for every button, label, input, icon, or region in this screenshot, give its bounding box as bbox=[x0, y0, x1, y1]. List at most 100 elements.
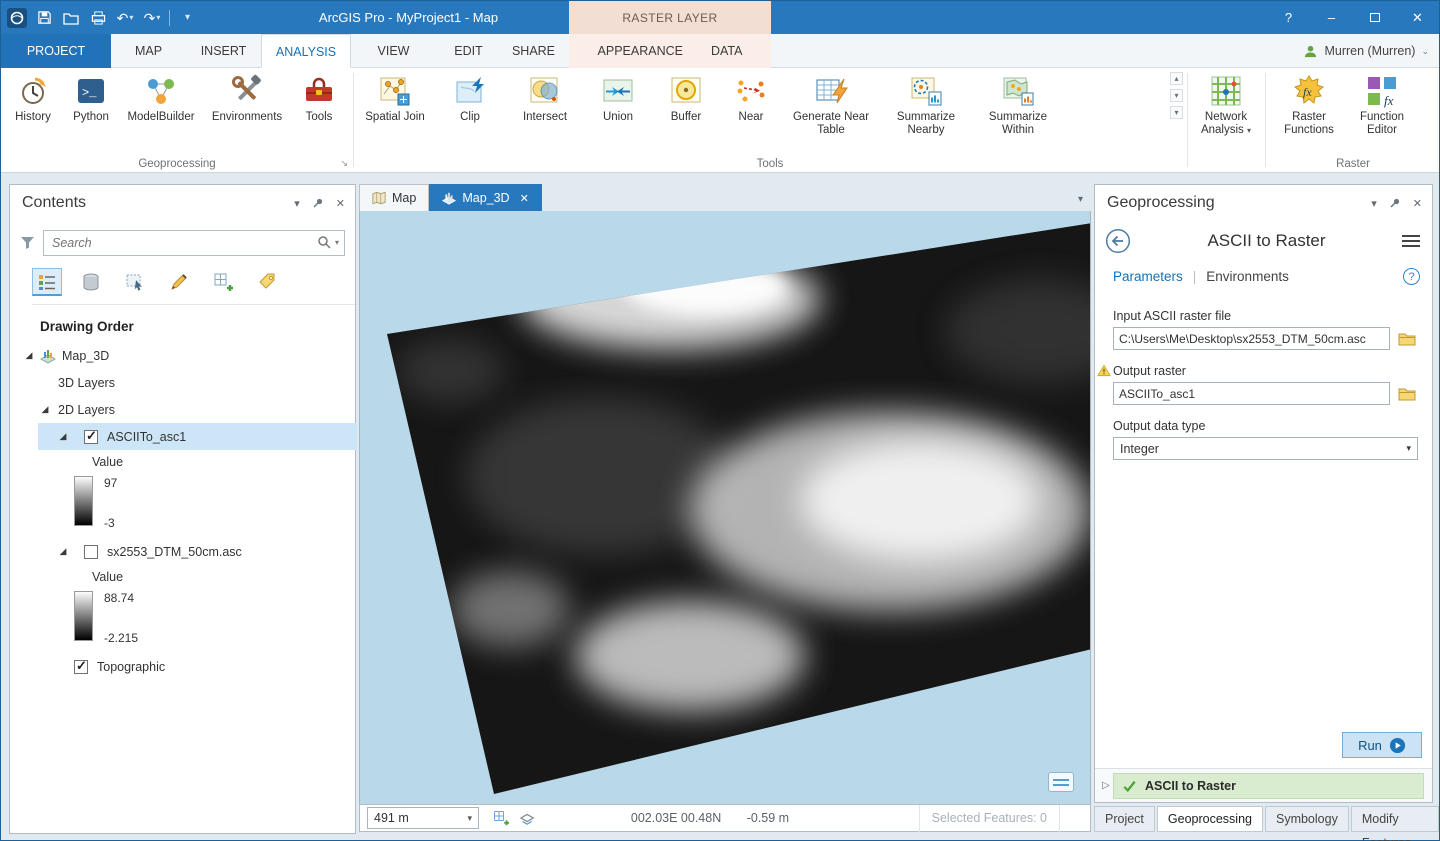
tab-view[interactable]: VIEW bbox=[351, 34, 436, 68]
modelbuilder-button[interactable]: ModelBuilder bbox=[121, 71, 201, 124]
tab-project[interactable]: PROJECT bbox=[1, 34, 111, 68]
map-3d-viewport[interactable] bbox=[359, 211, 1091, 804]
ribbon-group-raster: fx Raster Functions fx Function Editor R… bbox=[1266, 68, 1440, 172]
history-button[interactable]: History bbox=[5, 71, 61, 124]
pin-icon[interactable] bbox=[1389, 197, 1401, 209]
dock-tab-project[interactable]: Project bbox=[1094, 806, 1155, 832]
ribbon-scroll-buttons[interactable]: ▴ ▾ ▾ bbox=[1169, 72, 1184, 119]
search-options-caret-icon[interactable]: ▾ bbox=[335, 238, 339, 247]
tab-data[interactable]: DATA bbox=[697, 34, 756, 68]
help-button[interactable]: ? bbox=[1267, 1, 1310, 34]
signed-in-user[interactable]: Murren (Murren) ⌄ bbox=[1303, 34, 1429, 68]
pane-options-icon[interactable]: ▾ bbox=[1371, 197, 1377, 210]
completed-tool-result[interactable]: ASCII to Raster bbox=[1113, 772, 1424, 799]
union-button[interactable]: Union bbox=[592, 71, 644, 137]
intersect-button[interactable]: Intersect bbox=[514, 71, 576, 137]
undo-button[interactable]: ↶ ▾ bbox=[115, 6, 135, 30]
save-button[interactable] bbox=[34, 6, 54, 30]
back-button[interactable] bbox=[1105, 228, 1131, 254]
summarize-within-button[interactable]: Summarize Within bbox=[980, 71, 1056, 137]
network-analysis-icon bbox=[1209, 74, 1243, 108]
dock-tab-symbology[interactable]: Symbology bbox=[1264, 806, 1349, 832]
tree-item-2d-layers[interactable]: ◢ 2D Layers bbox=[10, 396, 355, 423]
list-by-labeling-button[interactable] bbox=[252, 268, 282, 296]
list-by-editing-button[interactable] bbox=[164, 268, 194, 296]
help-icon[interactable]: ? bbox=[1403, 268, 1420, 285]
search-icon[interactable] bbox=[317, 235, 331, 249]
list-by-selection-button[interactable] bbox=[120, 268, 150, 296]
dock-tab-modify-features[interactable]: Modify Features bbox=[1350, 806, 1439, 841]
customize-toolbar-button[interactable]: ▾ bbox=[177, 6, 197, 30]
expand-icon[interactable]: ◢ bbox=[22, 350, 36, 361]
tab-environments[interactable]: Environments bbox=[1206, 269, 1289, 284]
tab-parameters[interactable]: Parameters bbox=[1113, 269, 1183, 284]
map-scale-combo[interactable]: 491 m ▾ bbox=[367, 807, 479, 829]
output-data-type-select[interactable]: Integer ▾ bbox=[1113, 437, 1418, 460]
run-button[interactable]: Run bbox=[1342, 732, 1422, 758]
notification-bubble-icon[interactable] bbox=[1048, 772, 1074, 792]
tab-map3d-view[interactable]: Map_3D ✕ bbox=[429, 184, 542, 211]
list-by-data-source-button[interactable] bbox=[76, 268, 106, 296]
expand-icon[interactable]: ◢ bbox=[56, 546, 70, 557]
close-button[interactable]: ✕ bbox=[1396, 1, 1439, 34]
tab-insert[interactable]: INSERT bbox=[186, 34, 261, 68]
expand-icon[interactable]: ◢ bbox=[56, 431, 70, 442]
tab-edit[interactable]: EDIT bbox=[436, 34, 501, 68]
dialog-launcher-icon[interactable]: ↘ bbox=[340, 158, 348, 169]
contents-pane: Contents ▾ ✕ ▾ bbox=[9, 184, 357, 834]
tab-analysis[interactable]: ANALYSIS bbox=[261, 34, 351, 68]
data-source-icon bbox=[83, 273, 99, 291]
hamburger-menu-icon[interactable] bbox=[1402, 235, 1420, 247]
environments-button[interactable]: Environments bbox=[205, 71, 289, 124]
list-by-drawing-order-button[interactable] bbox=[32, 268, 62, 296]
search-input[interactable] bbox=[43, 230, 345, 256]
tab-share[interactable]: SHARE bbox=[501, 34, 566, 68]
tab-map[interactable]: MAP bbox=[111, 34, 186, 68]
layer-visibility-checkbox[interactable] bbox=[74, 658, 88, 674]
network-analysis-button[interactable]: Network Analysis ▾ bbox=[1191, 71, 1261, 137]
tab-appearance[interactable]: APPEARANCE bbox=[584, 34, 697, 68]
window-title: ArcGIS Pro - MyProject1 - Map bbox=[318, 10, 499, 25]
tree-item-layer-sx2553[interactable]: ◢ sx2553_DTM_50cm.asc bbox=[10, 538, 355, 565]
add-grid-icon[interactable] bbox=[493, 810, 509, 826]
tree-item-layer-topographic[interactable]: Topographic bbox=[10, 653, 355, 680]
tree-item-3d-layers[interactable]: 3D Layers bbox=[10, 369, 355, 396]
filter-icon[interactable] bbox=[20, 236, 35, 250]
near-button[interactable]: Near bbox=[728, 71, 774, 137]
browse-button[interactable] bbox=[1396, 383, 1418, 405]
raster-functions-button[interactable]: fx Raster Functions bbox=[1274, 71, 1344, 137]
tree-item-scene[interactable]: ◢ Map_3D bbox=[10, 342, 355, 369]
buffer-button[interactable]: Buffer bbox=[660, 71, 712, 137]
pane-options-icon[interactable]: ▾ bbox=[294, 197, 300, 210]
input-raster-field[interactable] bbox=[1113, 327, 1390, 350]
function-editor-button[interactable]: fx Function Editor bbox=[1350, 71, 1414, 137]
document-tabs: Map Map_3D ✕ ▾ bbox=[359, 184, 1091, 211]
spatial-join-button[interactable]: Spatial Join bbox=[364, 71, 426, 137]
close-pane-icon[interactable]: ✕ bbox=[1413, 197, 1422, 210]
expand-result-icon[interactable]: ▷ bbox=[1099, 780, 1113, 791]
output-raster-field[interactable] bbox=[1113, 382, 1390, 405]
minimize-button[interactable]: – bbox=[1310, 1, 1353, 34]
close-pane-icon[interactable]: ✕ bbox=[336, 197, 345, 210]
browse-button[interactable] bbox=[1396, 328, 1418, 350]
dock-tab-geoprocessing[interactable]: Geoprocessing bbox=[1156, 806, 1263, 832]
tab-map-view[interactable]: Map bbox=[359, 184, 430, 211]
expand-icon[interactable]: ◢ bbox=[38, 404, 52, 415]
maximize-button[interactable] bbox=[1353, 1, 1396, 34]
pin-icon[interactable] bbox=[312, 197, 324, 209]
tree-item-layer-asciito[interactable]: ◢ ASCIITo_asc1 bbox=[38, 423, 357, 450]
tools-button[interactable]: Tools bbox=[293, 71, 345, 124]
svg-text:fx: fx bbox=[1303, 85, 1312, 99]
open-project-button[interactable] bbox=[61, 6, 81, 30]
python-button[interactable]: >_ Python bbox=[65, 71, 117, 124]
layer-visibility-checkbox[interactable] bbox=[84, 428, 98, 444]
generate-near-table-button[interactable]: Generate Near Table bbox=[790, 71, 872, 137]
clip-button[interactable]: Clip bbox=[442, 71, 498, 137]
list-by-snapping-button[interactable] bbox=[208, 268, 238, 296]
layer-visibility-checkbox[interactable] bbox=[84, 544, 98, 559]
tab-list-caret-icon[interactable]: ▾ bbox=[1078, 194, 1091, 211]
summarize-nearby-button[interactable]: Summarize Nearby bbox=[888, 71, 964, 137]
print-button[interactable] bbox=[88, 6, 108, 30]
close-tab-icon[interactable]: ✕ bbox=[520, 192, 529, 205]
redo-button[interactable]: ↷ ▾ bbox=[142, 6, 162, 30]
